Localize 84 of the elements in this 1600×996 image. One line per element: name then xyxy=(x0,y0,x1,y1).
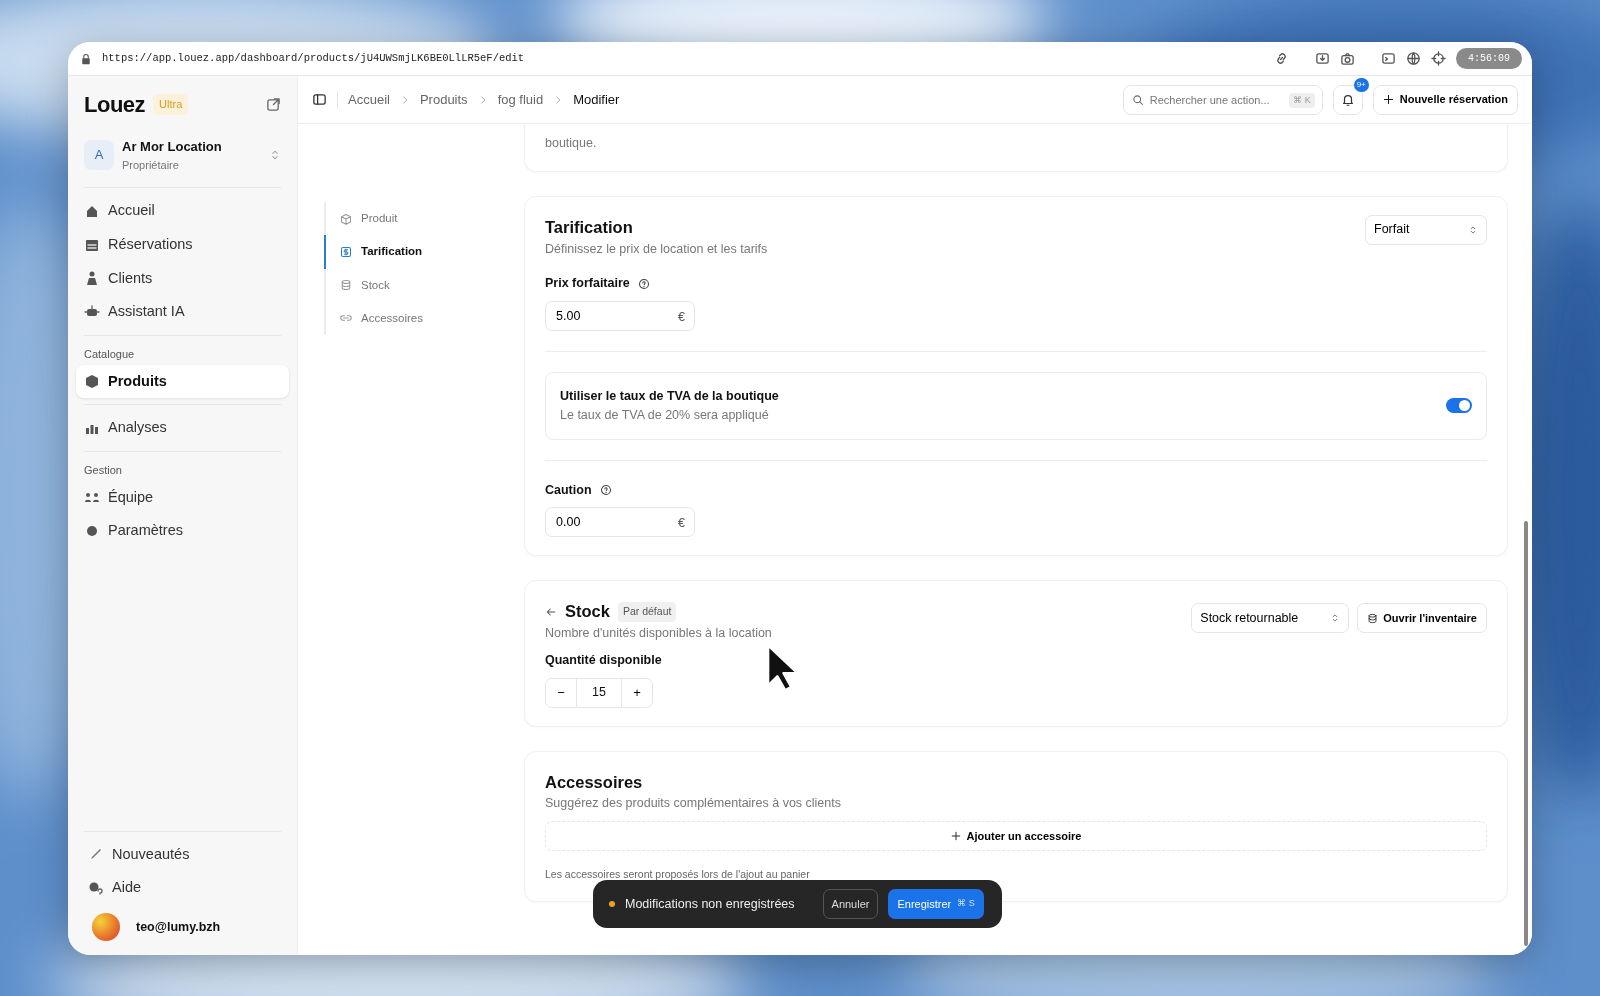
sidebar-item[interactable]: Réservations xyxy=(76,227,289,262)
camera-icon[interactable] xyxy=(1340,51,1355,66)
sidebar-item[interactable]: Analyses xyxy=(76,411,289,445)
notification-count: 9+ xyxy=(1353,77,1369,92)
status-dot xyxy=(609,901,615,907)
sidebar-toggle-icon xyxy=(312,92,327,107)
chevrons-icon xyxy=(1468,224,1478,235)
user-email[interactable]: teo@lumy.bzh xyxy=(136,917,221,937)
organization-avatar: A xyxy=(84,140,114,170)
url-text: https://app.louez.app/dashboard/products/jU4UWSmjLK6BE0LlLR5eF/edit xyxy=(102,50,526,66)
add-accessory-button[interactable]: Ajouter un accessoire xyxy=(545,821,1487,851)
search-icon xyxy=(1131,93,1144,106)
help-icon xyxy=(599,483,612,496)
back-arrow-icon xyxy=(545,605,557,618)
save-button[interactable]: Enregistrer ⌘ S xyxy=(888,889,984,919)
field-label: Quantité disponible xyxy=(545,651,663,669)
card-subtitle: Nombre d'unités disponibles à la location xyxy=(545,625,772,642)
sidebar-item[interactable]: Clients xyxy=(76,261,289,296)
toggle-switch[interactable] xyxy=(1446,398,1472,414)
new-reservation-button[interactable]: Nouvelle réservation xyxy=(1372,84,1518,115)
sidebar-item[interactable]: Équipe xyxy=(76,480,289,515)
link-icon[interactable] xyxy=(1274,51,1289,66)
setting-description: Le taux de TVA de 20% sera appliqué xyxy=(560,406,770,424)
open-inventory-button[interactable]: Ouvrir l'inventaire xyxy=(1357,603,1487,634)
section-nav-item[interactable]: Stock xyxy=(324,268,507,302)
breadcrumb-link[interactable]: Produits xyxy=(419,89,468,110)
card-subtitle: Suggérez des produits complémentaires à vos clients xyxy=(545,795,842,813)
chat-help-icon xyxy=(88,880,104,897)
section-nav-item[interactable]: Accessoires xyxy=(324,301,507,335)
notifications-button[interactable] xyxy=(1332,84,1363,115)
crosshair-icon[interactable] xyxy=(1431,51,1446,66)
sidebar-item[interactable]: Aide xyxy=(76,871,289,905)
lock-icon xyxy=(80,52,92,65)
section-label: Catalogue xyxy=(83,347,136,362)
plus-icon xyxy=(1382,94,1394,105)
setting-title: Utiliser le taux de TVA de la boutique xyxy=(560,388,779,405)
chevrons-icon xyxy=(269,149,281,161)
card-title: Tarification xyxy=(545,216,634,238)
scrollbar[interactable] xyxy=(1524,521,1528,946)
box-icon xyxy=(84,373,100,390)
currency-symbol: € xyxy=(678,309,685,326)
organization-name: Ar Mor Location xyxy=(122,138,223,156)
helper-text: Les accessoires seront proposés lors de l'ajout au panier xyxy=(545,867,811,882)
section-label: Gestion xyxy=(83,463,123,478)
pricing-mode-select[interactable]: Forfait xyxy=(1365,214,1487,245)
brand-logo: Louez xyxy=(84,91,146,119)
section-nav-item[interactable]: Produit xyxy=(324,202,507,236)
field-label: Prix forfaitaire xyxy=(545,275,630,293)
person-icon xyxy=(84,270,100,287)
help-icon xyxy=(637,277,650,290)
breadcrumb-link[interactable]: Modifier xyxy=(573,89,620,110)
stock-type-select[interactable]: Stock retournable xyxy=(1191,603,1350,634)
sidebar-item[interactable]: Nouveautés xyxy=(76,837,289,872)
database-icon xyxy=(1367,612,1379,624)
database-icon xyxy=(340,279,352,292)
organization-switcher[interactable]: A Ar Mor Location Propriétaire xyxy=(76,129,289,181)
default-tag: Par défaut xyxy=(617,601,677,622)
currency-symbol: € xyxy=(678,515,685,533)
cube-icon xyxy=(340,212,352,225)
plus-icon xyxy=(950,831,961,841)
cancel-button[interactable]: Annuler xyxy=(822,889,879,919)
external-link-icon xyxy=(266,97,281,112)
card-subtitle: Définissez le prix de location et les tarifs xyxy=(545,240,768,258)
section-nav-item[interactable]: Tarification xyxy=(324,235,507,269)
organization-role: Propriétaire xyxy=(122,157,180,173)
download-icon[interactable] xyxy=(1315,51,1330,66)
sidebar-item[interactable]: Accueil xyxy=(76,194,289,228)
bell-icon xyxy=(1340,92,1355,107)
card-title: Stock xyxy=(565,601,610,623)
globe-icon[interactable] xyxy=(1406,51,1421,66)
sidebar-item[interactable]: Assistant IA xyxy=(76,295,289,329)
description-text: boutique. xyxy=(545,135,598,152)
clock-text: 4:56:09 xyxy=(1456,48,1522,69)
field-label: Caution xyxy=(545,481,592,499)
breadcrumb-link[interactable]: Accueil xyxy=(348,89,390,110)
terminal-icon[interactable] xyxy=(1381,51,1396,66)
sidebar-item[interactable]: Paramètres xyxy=(76,514,289,548)
plan-badge: Ultra xyxy=(153,94,189,115)
user-avatar xyxy=(92,913,120,941)
dollar-icon xyxy=(340,245,352,258)
unsaved-message: Modifications non enregistrées xyxy=(625,895,795,913)
sidebar-item[interactable]: Produits xyxy=(76,364,289,399)
card-title: Accessoires xyxy=(545,771,644,793)
breadcrumb-link[interactable]: fog fluid xyxy=(497,89,544,110)
